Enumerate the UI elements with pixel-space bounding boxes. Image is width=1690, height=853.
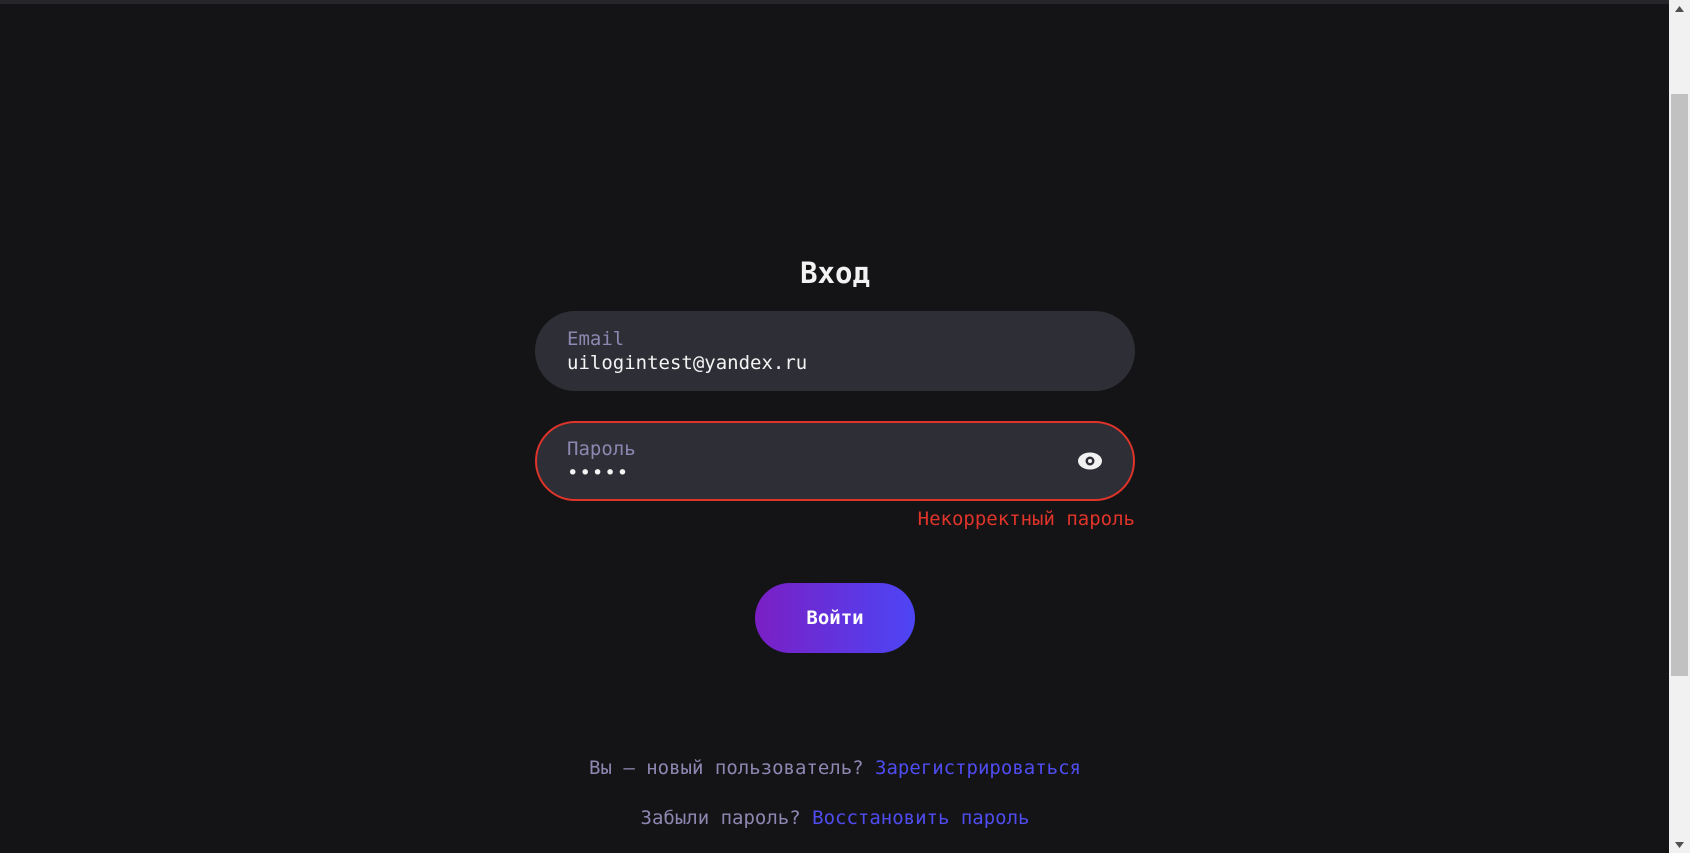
register-line: Вы — новый пользователь? Зарегистрироват… — [535, 756, 1135, 780]
vertical-scrollbar[interactable] — [1669, 0, 1690, 853]
register-link[interactable]: Зарегистрироваться — [875, 757, 1081, 779]
forgot-prompt: Забыли пароль? — [640, 807, 801, 829]
email-label: Email — [567, 328, 625, 350]
scroll-up-arrow-icon[interactable] — [1669, 0, 1690, 17]
password-error: Некорректный пароль — [917, 508, 1135, 530]
password-value[interactable]: ••••• — [567, 461, 1133, 485]
scrollbar-thumb[interactable] — [1671, 94, 1688, 676]
password-field[interactable]: Пароль ••••• — [535, 421, 1135, 501]
login-page: Вход Email uilogintest@yandex.ru Пароль … — [0, 0, 1690, 853]
eye-icon — [1078, 452, 1102, 470]
top-strip — [0, 0, 1669, 4]
login-button[interactable]: Войти — [755, 583, 915, 653]
show-password-button[interactable] — [1077, 449, 1103, 473]
password-label: Пароль — [567, 438, 636, 460]
email-field[interactable]: Email uilogintest@yandex.ru — [535, 311, 1135, 391]
page-title: Вход — [800, 256, 870, 290]
scroll-down-arrow-icon[interactable] — [1669, 836, 1690, 853]
forgot-password-link[interactable]: Восстановить пароль — [812, 807, 1029, 829]
forgot-line: Забыли пароль? Восстановить пароль — [535, 806, 1135, 830]
login-form: Вход Email uilogintest@yandex.ru Пароль … — [535, 255, 1135, 830]
email-value[interactable]: uilogintest@yandex.ru — [567, 351, 1135, 375]
register-prompt: Вы — новый пользователь? — [589, 757, 864, 779]
